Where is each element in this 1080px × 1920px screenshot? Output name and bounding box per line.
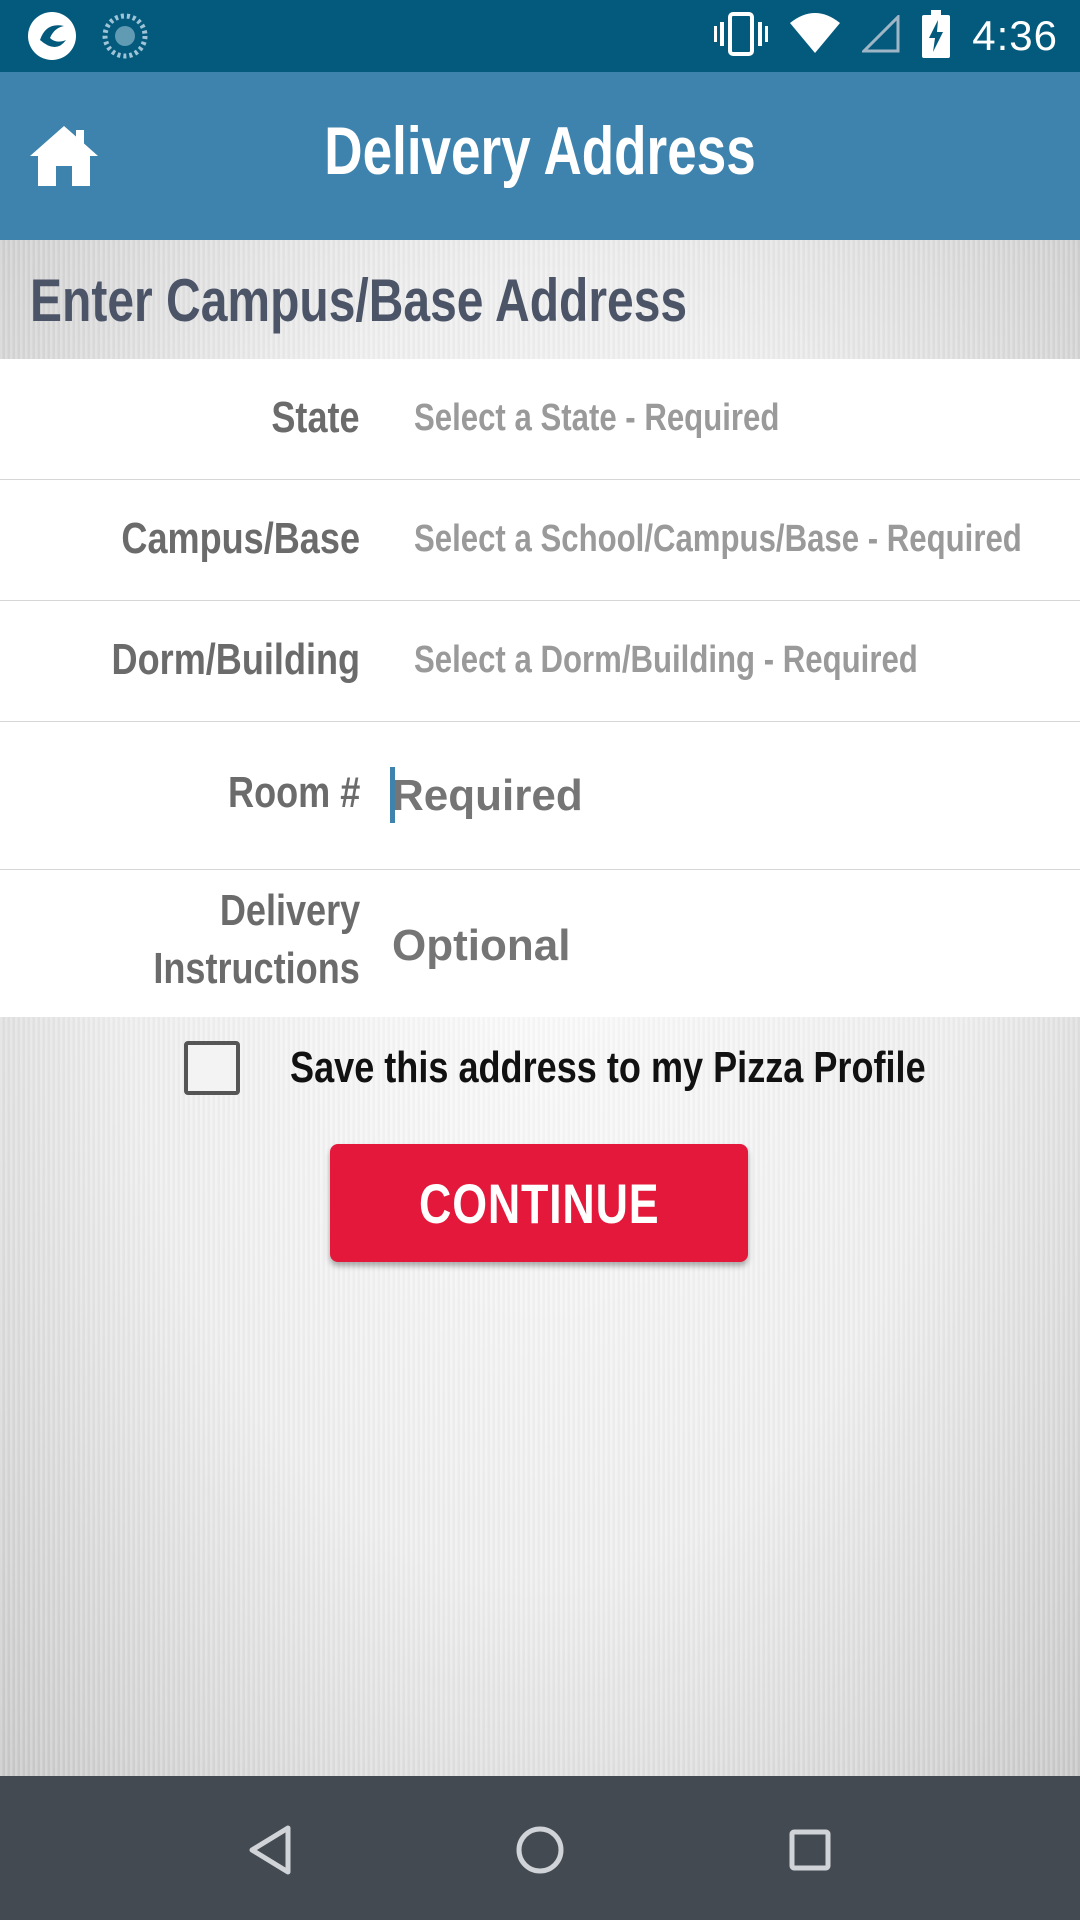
continue-label: CONTINUE xyxy=(418,1171,660,1235)
vibrate-icon xyxy=(714,10,769,63)
instructions-label-line1: Delivery xyxy=(219,886,360,935)
room-input[interactable] xyxy=(390,760,1034,832)
dorm-label: Dorm/Building xyxy=(111,635,360,684)
status-time: 4:36 xyxy=(972,12,1058,59)
app-bar: Delivery Address xyxy=(0,72,1080,240)
campus-select[interactable]: Campus/Base Select a School/Campus/Base … xyxy=(0,480,1080,601)
recents-icon xyxy=(789,1829,831,1871)
nav-back-button[interactable] xyxy=(230,1810,310,1890)
save-profile-option[interactable]: Save this address to my Pizza Profile xyxy=(184,1040,1065,1096)
dorm-placeholder: Select a Dorm/Building - Required xyxy=(414,639,918,681)
campus-placeholder: Select a School/Campus/Base - Required xyxy=(414,518,1022,560)
state-select[interactable]: State Select a State - Required xyxy=(0,359,1080,480)
home-icon xyxy=(30,126,98,186)
status-bar: 4:36 xyxy=(0,0,1080,72)
cellular-signal-icon xyxy=(860,12,900,58)
room-label: Room # xyxy=(227,768,360,817)
instructions-input[interactable] xyxy=(390,910,1034,982)
address-form: State Select a State - Required Campus/B… xyxy=(0,359,1080,1017)
back-icon xyxy=(249,1825,291,1875)
status-bar-system: 4:36 xyxy=(714,8,1058,64)
state-placeholder: Select a State - Required xyxy=(414,397,780,439)
continue-button[interactable]: CONTINUE xyxy=(330,1144,748,1262)
system-nav-bar xyxy=(0,1776,1080,1920)
status-bar-notifications xyxy=(26,10,148,67)
section-title: Enter Campus/Base Address xyxy=(30,267,688,334)
wifi-icon xyxy=(790,12,841,60)
page-title: Delivery Address xyxy=(324,113,756,189)
nav-recents-button[interactable] xyxy=(770,1810,850,1890)
instructions-label-line2: Instructions xyxy=(153,944,360,993)
home-button[interactable] xyxy=(28,122,100,188)
battery-charging-icon xyxy=(922,9,951,63)
room-row: Room # xyxy=(0,722,1080,870)
instructions-row: Delivery Instructions xyxy=(0,870,1080,1017)
campus-label: Campus/Base xyxy=(121,514,360,563)
save-profile-label: Save this address to my Pizza Profile xyxy=(290,1043,926,1092)
dorm-select[interactable]: Dorm/Building Select a Dorm/Building - R… xyxy=(0,601,1080,722)
save-profile-checkbox[interactable] xyxy=(184,1041,240,1095)
state-label: State xyxy=(271,393,360,442)
sync-notification-icon xyxy=(102,13,148,64)
home-circle-icon xyxy=(516,1826,564,1874)
app-notification-icon xyxy=(26,10,78,67)
nav-home-button[interactable] xyxy=(500,1810,580,1890)
